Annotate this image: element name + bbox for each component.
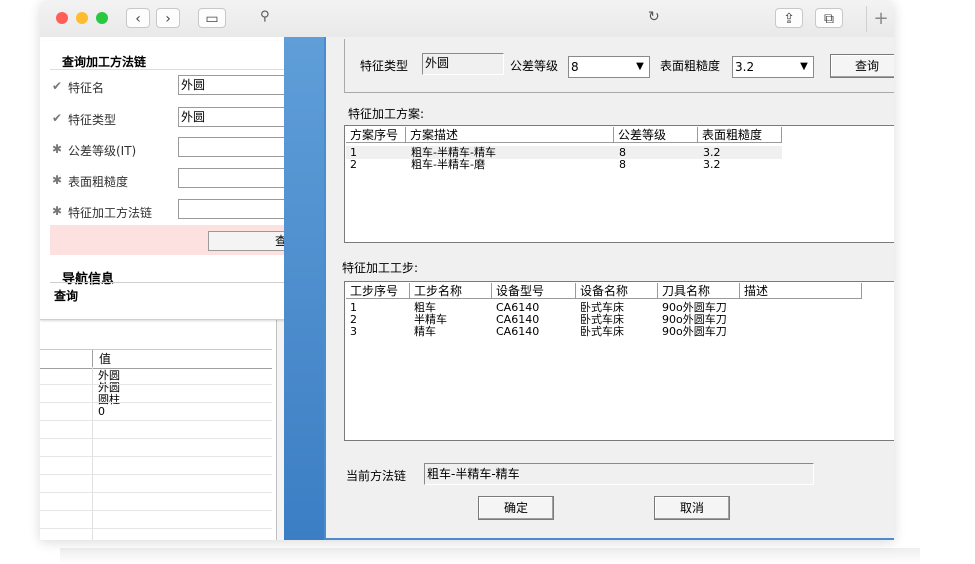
plans-col-header[interactable]: 方案描述 (406, 127, 614, 143)
plan-cell[interactable]: 3.2 (703, 159, 721, 171)
row-divider (40, 456, 272, 457)
field-label-tolerance: 公差等级(IT) (68, 144, 137, 158)
query-panel: 查询加工方法链 ✔ 特征名 外圆 ✔ 特征类型 外圆 ✱ 公差等级(IT) ✱ … (40, 41, 322, 320)
query-button[interactable]: 查 (208, 231, 290, 251)
chevron-right-icon: › (165, 11, 171, 27)
new-tab-button[interactable]: + (866, 6, 894, 32)
step-cell[interactable]: CA6140 (496, 326, 539, 338)
query-panel-title: 查询加工方法链 (62, 55, 147, 69)
row-divider (40, 492, 272, 493)
browser-window: ‹ › ▭ ⚲ ↻ ⇪ ⧉ + 值 外圆 外圆 圆柱 0 查询加工方法链 ✔ 特… (40, 0, 894, 540)
value-cell: 0 (98, 405, 105, 418)
window-shadow (60, 548, 920, 564)
step-cell[interactable]: 90o外圆车刀 (662, 326, 727, 338)
asterisk-icon: ✱ (52, 173, 63, 187)
method-chain-field[interactable] (178, 199, 288, 219)
field-label-roughness: 表面粗糙度 (68, 175, 129, 189)
plan-cell[interactable]: 8 (619, 159, 626, 171)
minimize-window-button[interactable] (76, 12, 88, 24)
ok-button[interactable]: 确定 (478, 496, 554, 520)
reload-icon[interactable]: ↻ (648, 9, 660, 25)
field-label-feature-name: 特征名 (68, 81, 105, 95)
tolerance-label: 公差等级 (510, 59, 559, 73)
divider (50, 282, 322, 283)
plan-cell[interactable]: 粗车-半精车-磨 (411, 159, 485, 171)
nav-item-query[interactable]: 查询 (54, 287, 78, 304)
steps-col-header[interactable]: 设备名称 (576, 283, 658, 299)
row-divider (40, 528, 272, 529)
close-window-button[interactable] (56, 12, 68, 24)
current-chain-display: 粗车-半精车-精车 (424, 463, 814, 485)
plans-listview[interactable]: 方案序号 方案描述 公差等级 表面粗糙度 1 粗车-半精车-精车 8 3.2 2… (344, 125, 894, 243)
cancel-button[interactable]: 取消 (654, 496, 730, 520)
step-cell[interactable]: 3 (350, 326, 357, 338)
back-button[interactable]: ‹ (126, 8, 150, 28)
row-divider (40, 420, 272, 421)
sidebar-icon: ▭ (205, 11, 219, 27)
check-icon: ✔ (52, 79, 63, 93)
plans-col-header[interactable]: 方案序号 (346, 127, 406, 143)
steps-col-header[interactable]: 描述 (740, 283, 862, 299)
plans-col-header[interactable]: 表面粗糙度 (698, 127, 782, 143)
tabs-icon: ⧉ (824, 11, 834, 27)
row-divider (40, 474, 272, 475)
value-table: 值 外圆 外圆 圆柱 0 (40, 349, 272, 540)
feature-type-display: 外圆 (422, 53, 504, 75)
feature-type-field[interactable]: 外圆 (178, 107, 288, 127)
value-column-header: 值 (92, 350, 111, 368)
steps-col-header[interactable]: 工步序号 (346, 283, 410, 299)
search-icon: ⚲ (260, 9, 270, 24)
process-chain-dialog: 特征类型 外圆 公差等级 8 ▼ 表面粗糙度 3.2 ▼ 查询 特征加工方案: … (324, 37, 894, 540)
forward-button[interactable]: › (156, 8, 180, 28)
field-label-feature-type: 特征类型 (68, 113, 117, 127)
tolerance-select-value: 8 (571, 60, 579, 74)
divider (50, 69, 322, 70)
share-button[interactable]: ⇪ (775, 8, 803, 28)
dialog-query-button[interactable]: 查询 (830, 54, 894, 78)
browser-toolbar: ‹ › ▭ ⚲ ↻ ⇪ ⧉ + (40, 0, 894, 38)
tolerance-select[interactable]: 8 ▼ (568, 56, 650, 78)
step-cell[interactable]: 卧式车床 (580, 326, 624, 338)
plan-cell[interactable]: 2 (350, 159, 357, 171)
step-cell[interactable]: 精车 (414, 326, 436, 338)
value-table-header: 值 (40, 349, 272, 369)
tolerance-field[interactable] (178, 137, 288, 157)
address-bar[interactable]: ⚲ ↻ (260, 8, 660, 28)
roughness-select-value: 3.2 (735, 60, 755, 74)
dropdown-arrow-icon[interactable]: ▼ (796, 58, 812, 76)
feature-type-label: 特征类型 (360, 59, 409, 73)
desktop-background (284, 37, 328, 540)
steps-col-header[interactable]: 设备型号 (492, 283, 576, 299)
steps-col-header[interactable]: 刀具名称 (658, 283, 740, 299)
roughness-select[interactable]: 3.2 ▼ (732, 56, 814, 78)
show-tabs-button[interactable]: ⧉ (815, 8, 843, 28)
row-divider (40, 438, 272, 439)
check-icon: ✔ (52, 111, 63, 125)
plans-title: 特征加工方案: (348, 107, 425, 121)
zoom-window-button[interactable] (96, 12, 108, 24)
feature-name-field[interactable]: 外圆 (178, 75, 288, 95)
row-divider (40, 402, 272, 403)
share-icon: ⇪ (783, 11, 795, 27)
row-divider (40, 510, 272, 511)
roughness-field[interactable] (178, 168, 288, 188)
column-divider (92, 367, 93, 540)
steps-col-header[interactable]: 工步名称 (410, 283, 492, 299)
row-divider (40, 384, 272, 385)
nav-info-title: 导航信息 (62, 272, 115, 287)
steps-title: 特征加工工步: (342, 261, 419, 275)
asterisk-icon: ✱ (52, 142, 63, 156)
sidebar-toggle-button[interactable]: ▭ (198, 8, 226, 28)
steps-listview[interactable]: 工步序号 工步名称 设备型号 设备名称 刀具名称 描述 1 粗车 CA6140 … (344, 281, 894, 441)
roughness-label: 表面粗糙度 (660, 59, 721, 73)
asterisk-icon: ✱ (52, 204, 63, 218)
chevron-left-icon: ‹ (135, 11, 141, 27)
plus-icon: + (873, 8, 889, 29)
field-label-method-chain: 特征加工方法链 (68, 206, 153, 220)
current-chain-label: 当前方法链 (346, 469, 407, 483)
plans-col-header[interactable]: 公差等级 (614, 127, 698, 143)
dropdown-arrow-icon[interactable]: ▼ (632, 58, 648, 76)
